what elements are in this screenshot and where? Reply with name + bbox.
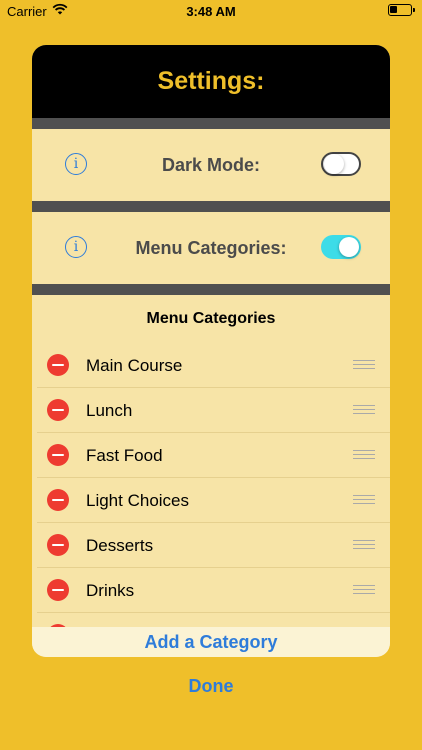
delete-icon[interactable] [47,354,69,376]
list-item[interactable]: Desserts [32,523,390,568]
category-label: Light Choices [86,490,190,510]
category-label: Desserts [86,535,154,555]
settings-card: Settings: i Dark Mode: i Menu Categories… [32,45,390,657]
category-label: Fast Food [86,445,163,465]
reorder-handle-icon[interactable] [353,540,375,550]
list-item[interactable]: Lunch [32,388,390,433]
category-label: Lunch [86,400,133,420]
delete-icon[interactable] [47,489,69,511]
reorder-handle-icon[interactable] [353,405,375,415]
reorder-handle-icon[interactable] [353,495,375,505]
dark-mode-row: i Dark Mode: [32,129,390,201]
list-title: Menu Categories [146,310,276,327]
done-button[interactable]: Done [0,676,422,697]
divider [32,284,390,295]
list-item[interactable]: Fast Food [32,433,390,478]
menu-categories-toggle[interactable] [321,235,361,259]
category-label: Drinks [86,580,135,600]
delete-icon[interactable] [47,399,69,421]
list-item[interactable]: Drinks [32,568,390,613]
battery-icon [388,4,415,16]
divider [32,118,390,129]
reorder-handle-icon[interactable] [353,585,375,595]
menu-categories-row: i Menu Categories: [32,212,390,284]
add-category-button[interactable]: Add a Category [32,627,390,657]
info-icon[interactable]: i [65,236,87,258]
status-time: 3:48 AM [186,4,236,19]
divider [32,201,390,212]
delete-icon[interactable] [47,579,69,601]
delete-icon[interactable] [47,534,69,556]
page-title: Settings: [157,67,265,95]
reorder-handle-icon[interactable] [353,360,375,370]
info-icon[interactable]: i [65,153,87,175]
list-item[interactable]: Light Choices [32,478,390,523]
dark-mode-toggle[interactable] [321,152,361,176]
settings-header: Settings: [32,45,390,118]
status-bar: Carrier 3:48 AM [0,0,422,22]
category-label: Main Course [86,355,183,375]
list-item[interactable]: Main Course [32,343,390,388]
delete-icon[interactable] [47,444,69,466]
reorder-handle-icon[interactable] [353,450,375,460]
